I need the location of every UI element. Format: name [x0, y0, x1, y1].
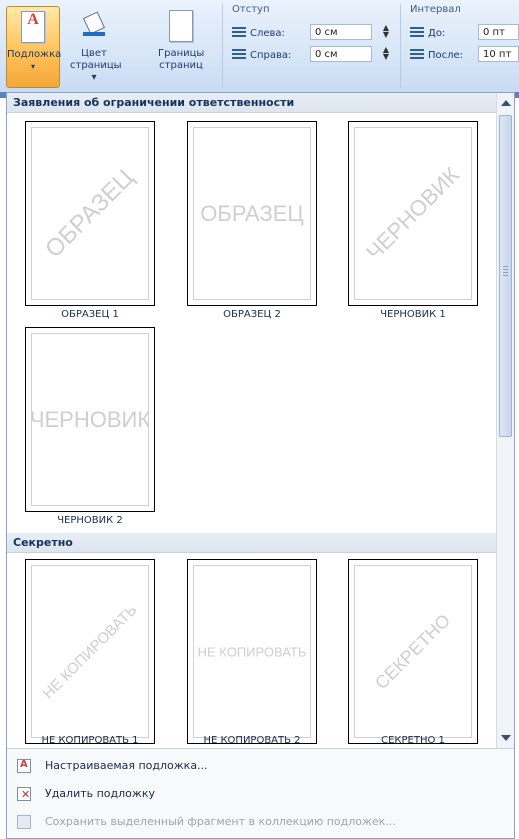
section-header-disclaimers: Заявления об ограничении ответственности [7, 93, 496, 113]
page-borders-label-1: Границы [158, 48, 205, 59]
section-header-confidential: Секретно [7, 533, 496, 553]
ribbon: A Подложка ▾ Цвет страницы ▾ Границы стр… [0, 0, 519, 93]
indent-right-row: Справа: 0 см ▲ ▼ [232, 46, 394, 64]
gallery-scrollbar[interactable] [496, 93, 514, 748]
indent-left-icon [232, 27, 246, 37]
spacing-after-input[interactable]: 10 пт [478, 46, 519, 62]
page-borders-button[interactable]: Границы страниц [158, 6, 204, 86]
indent-group-title: Отступ [232, 4, 270, 15]
page-color-button[interactable]: Цвет страницы ▾ [70, 6, 122, 86]
watermark-preview-text: НЕ КОПИРОВАТЬ [197, 644, 307, 659]
indent-left-input[interactable]: 0 см [310, 24, 372, 40]
watermark-label: ОБРАЗЕЦ 1 [61, 309, 119, 320]
watermark-label: НЕ КОПИРОВАТЬ 2 [203, 735, 301, 746]
watermark-thumbnail[interactable]: ОБРАЗЕЦ [25, 121, 155, 306]
watermark-preview-text: СЕКРЕТНО [371, 609, 455, 693]
indent-right-icon [232, 49, 246, 59]
indent-right-label: Справа: [250, 50, 292, 61]
custom-watermark-label: Настраиваемая подложка... [45, 759, 208, 772]
watermark-thumbnail[interactable]: ОБРАЗЕЦ [187, 121, 317, 306]
watermark-preview-text: ОБРАЗЕЦ [40, 163, 140, 263]
indent-left-row: Слева: 0 см ▲ ▼ [232, 24, 394, 42]
custom-watermark-item[interactable]: Настраиваемая подложка... [7, 753, 514, 779]
watermark-thumbnail[interactable]: СЕКРЕТНО [348, 559, 478, 744]
watermark-label: СЕКРЕТНО 1 [381, 735, 445, 746]
spacing-after-label: После: [428, 50, 464, 61]
remove-watermark-label: Удалить подложку [45, 787, 155, 800]
ribbon-divider [222, 4, 223, 88]
scrollbar-thumb[interactable] [499, 115, 512, 437]
spacing-after-icon [410, 49, 424, 59]
paint-bucket-icon [80, 10, 108, 44]
indent-right-spinner[interactable]: ▲ ▼ [380, 46, 392, 62]
spacing-before-label: До: [428, 28, 446, 39]
spacing-after-row: После: 10 пт [410, 46, 519, 64]
watermark-gallery: Заявления об ограничении ответственности… [6, 92, 515, 839]
page-borders-label-2: страниц [159, 60, 203, 71]
watermark-button-label: Подложка [7, 49, 62, 60]
spacing-before-input[interactable]: 0 пт [478, 24, 519, 40]
indent-left-label: Слева: [250, 28, 285, 39]
watermark-label: ЧЕРНОВИК 2 [57, 515, 123, 526]
spacing-before-icon [410, 27, 424, 37]
indent-right-input[interactable]: 0 см [310, 46, 372, 62]
watermark-menu: Настраиваемая подложка... Удалить подлож… [7, 748, 514, 838]
page-borders-icon [167, 10, 195, 44]
ribbon-divider [400, 4, 401, 88]
watermark-thumbnail[interactable]: НЕ КОПИРОВАТЬ [25, 559, 155, 744]
custom-watermark-icon [17, 759, 31, 773]
remove-watermark-item[interactable]: Удалить подложку [7, 781, 514, 807]
spacing-before-row: До: 0 пт [410, 24, 519, 42]
watermark-label: ОБРАЗЕЦ 2 [223, 309, 281, 320]
save-selection-to-gallery-item: Сохранить выделенный фрагмент в коллекци… [7, 809, 514, 835]
watermark-preview-text: ОБРАЗЕЦ [200, 200, 304, 226]
watermark-preview-text: ЧЕРНОВИК [361, 161, 465, 265]
watermark-thumbnail[interactable]: ЧЕРНОВИК [25, 327, 155, 512]
save-to-gallery-icon [17, 815, 31, 829]
spacing-group-title: Интервал [410, 4, 461, 15]
watermark-icon: A [19, 11, 47, 45]
save-selection-label: Сохранить выделенный фрагмент в коллекци… [45, 815, 396, 828]
chevron-down-icon: ▾ [30, 62, 35, 71]
watermark-preview-text: ЧЕРНОВИК [31, 406, 149, 432]
scroll-down-arrow-icon[interactable] [501, 735, 511, 741]
remove-watermark-icon [17, 787, 31, 801]
scroll-up-arrow-icon[interactable] [501, 100, 511, 106]
watermark-preview-text: НЕ КОПИРОВАТЬ [39, 601, 141, 702]
watermark-button[interactable]: A Подложка ▾ [6, 6, 62, 88]
watermark-label: ЧЕРНОВИК 1 [380, 309, 446, 320]
watermark-thumbnail[interactable]: ЧЕРНОВИК [348, 121, 478, 306]
page-color-label-1: Цвет [81, 48, 107, 59]
scrollbar-grip [503, 266, 508, 276]
page-color-label-2: страницы ▾ [70, 60, 122, 83]
indent-left-spinner[interactable]: ▲ ▼ [380, 24, 392, 40]
watermark-label: НЕ КОПИРОВАТЬ 1 [41, 735, 139, 746]
watermark-thumbnail[interactable]: НЕ КОПИРОВАТЬ [187, 559, 317, 744]
